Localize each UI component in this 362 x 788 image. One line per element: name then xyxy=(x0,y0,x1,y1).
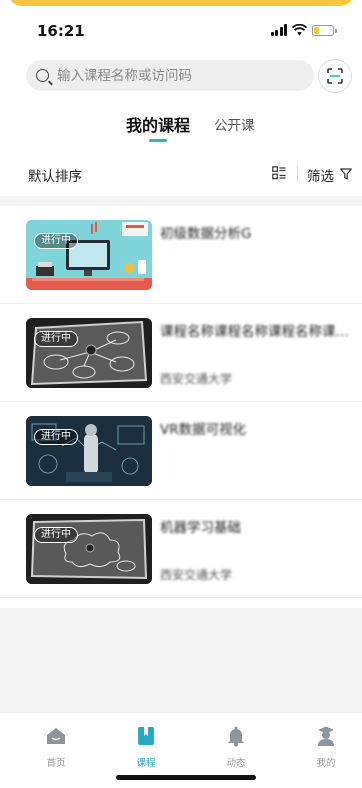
status-badge: 进行中 xyxy=(34,429,78,445)
tab-courses[interactable]: 课程 xyxy=(116,725,176,769)
active-tab-indicator xyxy=(149,139,167,142)
course-title: VR数据可视化 xyxy=(160,422,247,438)
virtual-reality-illustration xyxy=(26,416,152,486)
tab-courses-label: 课程 xyxy=(136,758,156,769)
status-badge: 进行中 xyxy=(34,527,78,543)
tab-public-courses[interactable]: 公开课 xyxy=(214,114,255,134)
course-title: 初级数据分析G xyxy=(160,226,252,242)
empty-list-area xyxy=(0,608,362,712)
computer-desk-illustration xyxy=(26,220,152,290)
tab-my-courses[interactable]: 我的课程 xyxy=(126,112,190,136)
battery-icon xyxy=(312,24,337,36)
profile-graduate-icon xyxy=(318,726,334,746)
cellular-signal-icon xyxy=(270,24,287,36)
status-bar: 16:21 xyxy=(0,16,362,46)
course-thumbnail: 进行中 xyxy=(26,514,152,584)
bell-icon xyxy=(228,726,244,747)
chalkboard-cloud-illustration xyxy=(26,514,152,584)
status-time: 16:21 xyxy=(37,22,85,40)
tab-activity-label: 动态 xyxy=(226,758,246,769)
scan-button[interactable] xyxy=(318,59,352,93)
course-title: 机器学习基础 xyxy=(160,520,241,536)
tab-profile[interactable]: 我的 xyxy=(296,725,356,769)
tab-home-label: 首页 xyxy=(46,758,66,769)
filter-button[interactable]: 筛选 xyxy=(307,165,334,185)
tab-profile-label: 我的 xyxy=(316,758,336,769)
scan-icon xyxy=(327,68,343,84)
course-thumbnail: 进行中 xyxy=(26,318,152,388)
course-book-icon xyxy=(138,727,154,745)
home-indicator[interactable] xyxy=(116,775,256,780)
status-badge: 进行中 xyxy=(34,331,78,347)
status-icons xyxy=(270,24,337,36)
course-thumbnail: 进行中 xyxy=(26,416,152,486)
filter-divider xyxy=(297,166,298,182)
bottom-tab-bar: 首页 课程 动态 我的 xyxy=(0,712,362,788)
search-row xyxy=(26,59,352,94)
course-title: 课程名称课程名称课程名称课程名称… xyxy=(160,324,356,340)
list-view-icon[interactable] xyxy=(272,166,286,180)
home-icon xyxy=(47,728,65,744)
filter-funnel-icon xyxy=(340,168,352,180)
course-card[interactable]: 进行中 课程名称课程名称课程名称课程名称… 西安交通大学 xyxy=(0,304,362,402)
status-badge: 进行中 xyxy=(34,233,78,249)
search-input[interactable] xyxy=(57,67,277,84)
course-subtitle: 西安交通大学 xyxy=(160,568,233,582)
course-card[interactable]: 进行中 VR数据可视化 xyxy=(0,402,362,500)
section-separator xyxy=(0,196,362,206)
course-tabs: 我的课程 公开课 xyxy=(0,112,362,148)
search-box[interactable] xyxy=(26,60,314,91)
course-list: 进行中 初级数据分析G 进行中 课程名称课程名称课程名称课程名称… 西安交通大学 xyxy=(0,206,362,598)
search-icon xyxy=(36,69,49,82)
top-banner-edge xyxy=(0,0,362,8)
chalkboard-mindmap-illustration xyxy=(26,318,152,388)
course-subtitle: 西安交通大学 xyxy=(160,372,233,386)
tab-home[interactable]: 首页 xyxy=(26,725,86,769)
course-card[interactable]: 进行中 初级数据分析G xyxy=(0,206,362,304)
sort-dropdown[interactable]: 默认排序 xyxy=(28,165,82,185)
course-thumbnail: 进行中 xyxy=(26,220,152,290)
filter-row: 默认排序 筛选 xyxy=(0,158,362,190)
tab-activity[interactable]: 动态 xyxy=(206,725,266,769)
course-card[interactable]: 进行中 机器学习基础 西安交通大学 xyxy=(0,500,362,598)
wifi-icon xyxy=(292,24,307,36)
